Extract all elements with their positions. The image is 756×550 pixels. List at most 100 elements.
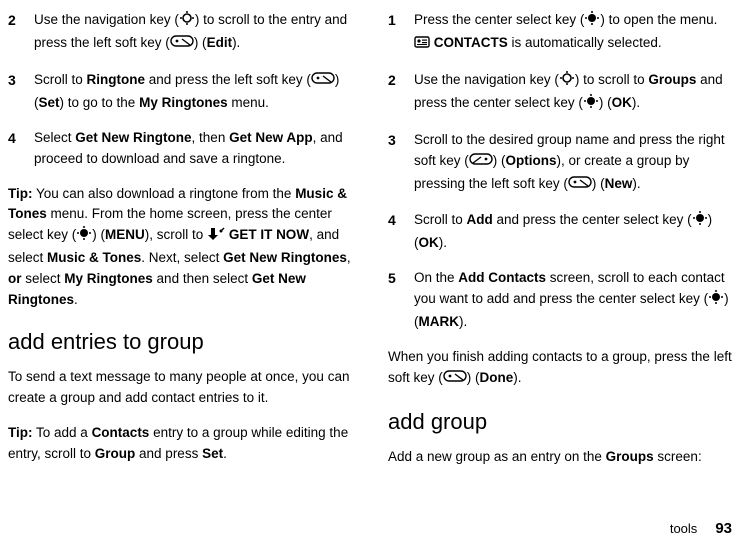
text: You can also download a ringtone from th… [33,186,296,201]
text: , then [192,130,230,145]
left-step-3: 3 Scroll to Ringtone and press the left … [8,70,352,114]
menu-label: MENU [105,227,145,242]
page-footer: tools 93 [670,517,732,540]
text: ) ( [92,227,105,242]
text: ) ( [467,370,480,385]
para-group-intro: To send a text message to many people at… [8,367,352,409]
right-step-5: 5 On the Add Contacts screen, scroll to … [388,268,732,333]
left-soft-key-icon [170,33,194,56]
left-soft-key-icon [311,70,335,93]
text: Use the navigation key ( [34,12,179,27]
step-body: On the Add Contacts screen, scroll to ea… [414,268,732,333]
step-number: 3 [388,130,414,197]
text: and press [135,446,202,461]
text: ). [232,35,240,50]
text: ). [632,95,640,110]
page-number: 93 [715,520,732,537]
text: is automatically selected. [508,35,662,50]
text: and then select [153,271,252,286]
para-add-group: Add a new group as an entry on the Group… [388,447,732,468]
text: When you finish adding contacts to a gro… [388,349,732,385]
contacts-label: Contacts [92,425,150,440]
text: ). [632,176,640,191]
my-ringtones-label: My Ringtones [64,271,153,286]
center-select-icon [708,289,724,312]
content-columns: 2 Use the navigation key () to scroll to… [8,10,732,500]
text: ) to go to the [60,95,140,110]
text: select [22,271,65,286]
heading-add-entries: add entries to group [8,325,352,359]
center-select-icon [584,10,600,33]
step-body: Scroll to Add and press the center selec… [414,210,732,254]
text: , [347,250,351,265]
text: ). [513,370,521,385]
right-soft-key-icon [469,151,493,174]
left-soft-key-icon [568,174,592,197]
text: Add a new group as an entry on the [388,449,606,464]
step-number: 4 [388,210,414,254]
text: ) ( [599,95,612,110]
text: ) to open the menu. [600,12,717,27]
text: menu. [228,95,269,110]
step-number: 5 [388,268,414,333]
text: . Next, select [141,250,223,265]
step-number: 2 [388,70,414,116]
text: ). [439,235,447,250]
heading-add-group: add group [388,405,732,439]
ok-label: OK [612,95,632,110]
get-new-ringtones-label: Get New Ringtones [223,250,347,265]
options-label: Options [506,153,557,168]
left-soft-key-icon [443,368,467,391]
text: Scroll to [414,212,467,227]
contacts-label: CONTACTS [434,35,508,50]
set-label: Set [39,95,60,110]
tip-add-contacts: Tip: To add a Contacts entry to a group … [8,423,352,465]
group-label: Group [95,446,136,461]
step-body: Select Get New Ringtone, then Get New Ap… [34,128,352,170]
tip-label: Tip: [8,425,33,440]
footer-section: tools [670,521,697,536]
right-step-3: 3 Scroll to the desired group name and p… [388,130,732,197]
text: Select [34,130,75,145]
step-number: 2 [8,10,34,56]
mark-label: MARK [419,314,460,329]
text: ), scroll to [145,227,207,242]
step-body: Use the navigation key () to scroll to t… [34,10,352,56]
add-label: Add [467,212,493,227]
text: To add a [33,425,92,440]
text: Use the navigation key ( [414,72,559,87]
tip-ringtone: Tip: You can also download a ringtone fr… [8,184,352,312]
text: and press the left soft key ( [145,72,311,87]
step-number: 3 [8,70,34,114]
left-step-4: 4 Select Get New Ringtone, then Get New … [8,128,352,170]
music-tones-label: Music & Tones [47,250,141,265]
text: ) ( [592,176,605,191]
my-ringtones-label: My Ringtones [139,95,228,110]
center-select-icon [692,210,708,233]
text: . [74,292,78,307]
step-body: Use the navigation key () to scroll to G… [414,70,732,116]
groups-label: Groups [648,72,696,87]
add-contacts-label: Add Contacts [458,270,546,285]
ringtone-label: Ringtone [87,72,146,87]
done-label: Done [480,370,514,385]
text: ) ( [493,153,506,168]
text: Scroll to [34,72,87,87]
text: On the [414,270,458,285]
edit-label: Edit [207,35,233,50]
center-select-icon [583,93,599,116]
text: screen: [654,449,702,464]
nav-key-icon [179,10,195,33]
set-label: Set [202,446,223,461]
text: ) ( [194,35,207,50]
para-done: When you finish adding contacts to a gro… [388,347,732,391]
text: and press the center select key ( [493,212,692,227]
left-step-2: 2 Use the navigation key () to scroll to… [8,10,352,56]
center-select-icon [76,225,92,248]
text: Press the center select key ( [414,12,584,27]
get-new-app-label: Get New App [229,130,313,145]
get-new-ringtone-label: Get New Ringtone [75,130,191,145]
or-text: or [8,271,22,286]
step-body: Scroll to Ringtone and press the left so… [34,70,352,114]
tip-label: Tip: [8,186,33,201]
